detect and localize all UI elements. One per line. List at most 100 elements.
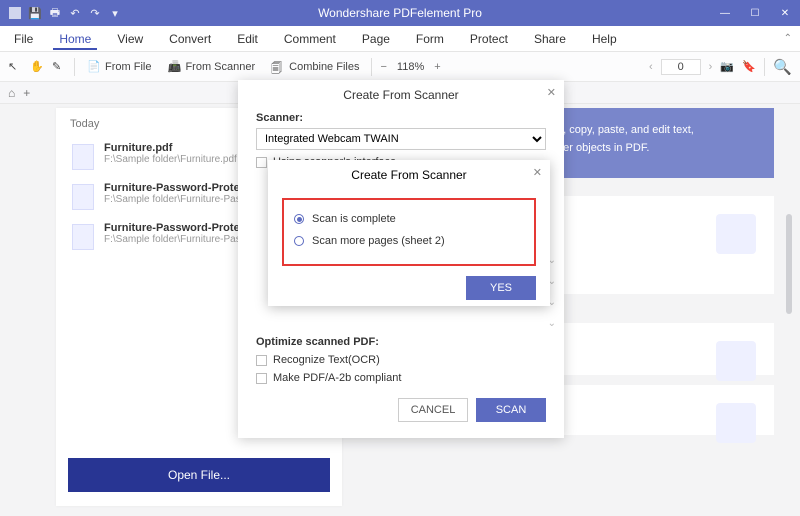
checkbox-icon bbox=[256, 157, 267, 168]
zoom-out-button[interactable]: − bbox=[380, 61, 386, 73]
dialog-buttons: CANCEL SCAN bbox=[256, 398, 546, 422]
menu-view[interactable]: View bbox=[111, 28, 149, 50]
scanner-select[interactable]: Integrated Webcam TWAIN bbox=[256, 128, 546, 150]
menu-convert[interactable]: Convert bbox=[163, 28, 217, 50]
recognize-option[interactable]: Recognize Text(OCR) bbox=[256, 354, 546, 366]
card-icon bbox=[716, 214, 756, 254]
chevron-down-icon: ⌄ bbox=[548, 318, 556, 329]
from-scanner-icon: 📠 bbox=[167, 60, 181, 74]
file-icon bbox=[72, 144, 94, 170]
toolbar-right: ‹ 0 › 📷 🔖 🔍 bbox=[649, 58, 792, 76]
yes-label: YES bbox=[490, 282, 512, 294]
compliant-option[interactable]: Make PDF/A-2b compliant bbox=[256, 372, 546, 384]
window-controls: — ☐ ✕ bbox=[710, 8, 800, 19]
collapse-ribbon-icon[interactable]: ⌃ bbox=[784, 33, 792, 44]
dialog-scan-complete: Create From Scanner ✕ Scan is complete S… bbox=[268, 160, 550, 306]
separator bbox=[764, 58, 765, 76]
menu-home[interactable]: Home bbox=[53, 28, 97, 50]
file-icon bbox=[72, 224, 94, 250]
print-icon[interactable]: 🖶 bbox=[48, 6, 62, 20]
from-file-icon: 📄 bbox=[87, 60, 101, 74]
next-page-button[interactable]: › bbox=[709, 61, 713, 73]
hand-tool-icon[interactable]: ✋ bbox=[30, 60, 44, 74]
scan-more-label: Scan more pages (sheet 2) bbox=[312, 235, 445, 247]
from-file-label: From File bbox=[105, 61, 151, 73]
quick-access-toolbar: 💾 🖶 ↶ ↷ ▾ bbox=[0, 6, 122, 20]
menubar: File Home View Convert Edit Comment Page… bbox=[0, 26, 800, 52]
combine-icon: 🗐 bbox=[271, 60, 285, 74]
file-name: Furniture.pdf bbox=[104, 142, 237, 154]
search-icon[interactable]: 🔍 bbox=[773, 58, 792, 76]
dialog-buttons: YES bbox=[268, 266, 550, 300]
from-scanner-label: From Scanner bbox=[185, 61, 255, 73]
banner-text-2: ther objects in PDF. bbox=[554, 140, 774, 158]
compliant-label: Make PDF/A-2b compliant bbox=[273, 372, 401, 384]
edit-tool-icon[interactable]: ✎ bbox=[52, 60, 66, 74]
zoom-value: 118% bbox=[397, 61, 424, 73]
highlighted-options: Scan is complete Scan more pages (sheet … bbox=[282, 198, 536, 266]
file-icon bbox=[72, 184, 94, 210]
scan-button[interactable]: SCAN bbox=[476, 398, 546, 422]
minimize-button[interactable]: — bbox=[710, 8, 740, 19]
redo-icon[interactable]: ↷ bbox=[88, 6, 102, 20]
logo-icon bbox=[8, 6, 22, 20]
scan-more-option[interactable]: Scan more pages (sheet 2) bbox=[294, 230, 524, 252]
menu-page[interactable]: Page bbox=[356, 28, 396, 50]
open-file-button[interactable]: Open File... bbox=[68, 458, 330, 492]
dialog-title: Create From Scanner ✕ bbox=[238, 80, 564, 110]
undo-icon[interactable]: ↶ bbox=[68, 6, 82, 20]
zoom-control: − 118% + bbox=[380, 61, 440, 73]
scanner-label: Scanner: bbox=[256, 112, 546, 124]
scan-complete-option[interactable]: Scan is complete bbox=[294, 208, 524, 230]
file-info: Furniture.pdf F:\Sample folder\Furniture… bbox=[104, 142, 237, 170]
separator bbox=[74, 58, 75, 76]
card-icon bbox=[716, 341, 756, 381]
dropdown-icon[interactable]: ▾ bbox=[108, 6, 122, 20]
radio-icon bbox=[294, 236, 304, 246]
scrollbar[interactable] bbox=[786, 214, 792, 314]
recognize-label: Recognize Text(OCR) bbox=[273, 354, 380, 366]
combine-files-button[interactable]: 🗐 Combine Files bbox=[267, 58, 363, 76]
dialog-close-icon[interactable]: ✕ bbox=[533, 166, 542, 179]
save-icon[interactable]: 💾 bbox=[28, 6, 42, 20]
toolbar: ↖ ✋ ✎ 📄 From File 📠 From Scanner 🗐 Combine … bbox=[0, 52, 800, 82]
dialog-title-text: Create From Scanner bbox=[351, 168, 466, 182]
screenshot-icon[interactable]: 📷 bbox=[720, 60, 734, 74]
cancel-button[interactable]: CANCEL bbox=[398, 398, 468, 422]
optimize-label: Optimize scanned PDF: bbox=[256, 336, 546, 348]
page-number[interactable]: 0 bbox=[661, 59, 701, 75]
scan-label: SCAN bbox=[496, 404, 527, 416]
prev-page-button[interactable]: ‹ bbox=[649, 61, 653, 73]
dialog-title: Create From Scanner ✕ bbox=[268, 160, 550, 190]
yes-button[interactable]: YES bbox=[466, 276, 536, 300]
select-tool-icon[interactable]: ↖ bbox=[8, 60, 22, 74]
new-tab-button[interactable]: + bbox=[23, 86, 30, 100]
menu-file[interactable]: File bbox=[8, 28, 39, 50]
checkbox-icon bbox=[256, 373, 267, 384]
menu-help[interactable]: Help bbox=[586, 28, 623, 50]
app-title: Wondershare PDFelement Pro bbox=[318, 6, 482, 20]
maximize-button[interactable]: ☐ bbox=[740, 8, 770, 19]
radio-icon bbox=[294, 214, 304, 224]
menu-edit[interactable]: Edit bbox=[231, 28, 264, 50]
menu-share[interactable]: Share bbox=[528, 28, 572, 50]
close-button[interactable]: ✕ bbox=[770, 8, 800, 19]
home-tab-icon[interactable]: ⌂ bbox=[8, 86, 15, 100]
banner-text-1: ut, copy, paste, and edit text, bbox=[554, 122, 774, 140]
menu-form[interactable]: Form bbox=[410, 28, 450, 50]
from-scanner-button[interactable]: 📠 From Scanner bbox=[163, 58, 259, 76]
zoom-in-button[interactable]: + bbox=[434, 61, 440, 73]
combine-files-label: Combine Files bbox=[289, 61, 359, 73]
dialog-close-icon[interactable]: ✕ bbox=[547, 86, 556, 99]
open-file-label: Open File... bbox=[168, 468, 230, 482]
file-path: F:\Sample folder\Furniture.pdf bbox=[104, 154, 237, 165]
menu-protect[interactable]: Protect bbox=[464, 28, 514, 50]
bookmark-icon[interactable]: 🔖 bbox=[742, 60, 756, 74]
titlebar: 💾 🖶 ↶ ↷ ▾ Wondershare PDFelement Pro — ☐… bbox=[0, 0, 800, 26]
from-file-button[interactable]: 📄 From File bbox=[83, 58, 155, 76]
scan-complete-label: Scan is complete bbox=[312, 213, 396, 225]
card-icon bbox=[716, 403, 756, 443]
cancel-label: CANCEL bbox=[411, 404, 456, 416]
separator bbox=[371, 58, 372, 76]
menu-comment[interactable]: Comment bbox=[278, 28, 342, 50]
